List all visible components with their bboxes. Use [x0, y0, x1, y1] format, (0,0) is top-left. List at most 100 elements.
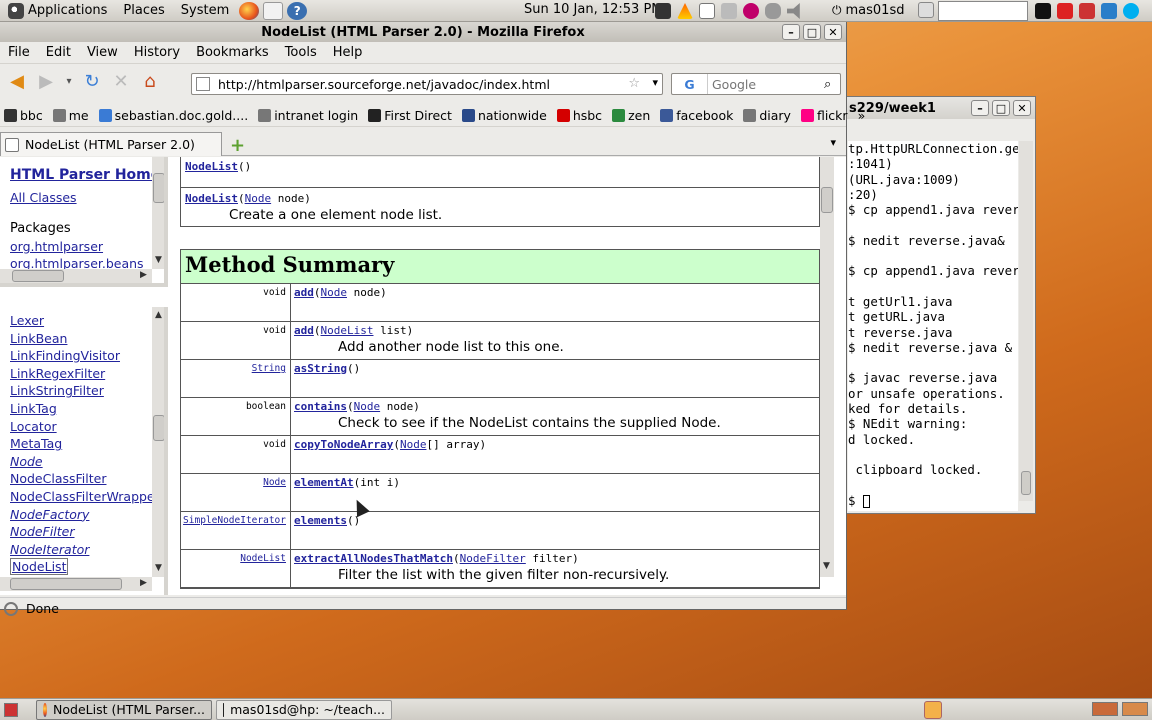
param-type-link[interactable]: Node	[321, 286, 348, 299]
param-type-link[interactable]: NodeFilter	[460, 552, 526, 565]
mail-launcher-icon[interactable]	[263, 1, 284, 20]
magnifier-icon[interactable]: ⌕	[824, 77, 831, 92]
menu-file[interactable]: File	[0, 45, 38, 60]
scroll-down-icon[interactable]: ▼	[155, 563, 162, 573]
scroll-down-icon[interactable]: ▼	[823, 561, 830, 571]
scroll-thumb[interactable]	[12, 270, 64, 282]
bookmark-sebastian[interactable]: sebastian.doc.gold....	[98, 108, 248, 123]
history-dropdown-icon[interactable]: ▾	[62, 68, 76, 94]
param-type-link[interactable]: Node	[245, 192, 272, 205]
class-link-nodefilter[interactable]: NodeFilter	[10, 523, 160, 541]
home-icon[interactable]: ⌂	[137, 68, 163, 94]
scroll-thumb[interactable]	[10, 578, 122, 590]
bookmark-me[interactable]: me	[52, 108, 89, 123]
bluetooth-icon[interactable]	[765, 3, 781, 19]
minimize-icon[interactable]: –	[971, 100, 989, 116]
param-type-link[interactable]: NodeList	[321, 324, 374, 337]
forward-icon[interactable]: ▶	[33, 68, 59, 94]
terminal-scrollbar[interactable]	[1019, 141, 1033, 501]
menu-tools[interactable]: Tools	[277, 45, 325, 60]
bookmark-diary[interactable]: diary	[743, 108, 791, 123]
terminal-window[interactable]: s229/week1 – □ ✕ tp.HttpURLConnection.ge…	[846, 96, 1036, 514]
taskbar-firefox[interactable]: NodeList (HTML Parser...	[36, 699, 212, 720]
constructor-link[interactable]: NodeList	[185, 160, 238, 173]
network-icon[interactable]	[721, 3, 737, 19]
close-icon[interactable]: ✕	[1013, 100, 1031, 116]
vlc-icon[interactable]	[677, 3, 693, 19]
minimize-icon[interactable]: –	[782, 24, 800, 40]
maximize-icon[interactable]: □	[803, 24, 821, 40]
url-bar[interactable]: http://htmlparser.sourceforge.net/javado…	[191, 73, 663, 95]
class-link-linkfindingvisitor[interactable]: LinkFindingVisitor	[10, 347, 160, 365]
bookmark-nationwide[interactable]: nationwide	[461, 108, 547, 123]
class-frame-vscrollbar[interactable]: ▼	[820, 157, 834, 577]
terminal-scroll-thumb[interactable]	[1021, 471, 1031, 495]
scroll-right-icon[interactable]: ▶	[140, 578, 147, 588]
terminal-output[interactable]: tp.HttpURLConnection.get:1041) (URL.java:…	[848, 141, 1018, 511]
return-type-link[interactable]: Node	[263, 477, 286, 488]
taskbar-terminal[interactable]: mas01sd@hp: ~/teach...	[216, 699, 392, 720]
method-link[interactable]: elements	[294, 514, 347, 527]
clipboard-icon[interactable]	[699, 3, 715, 19]
bookmark-zen[interactable]: zen	[612, 108, 650, 123]
url-dropdown-icon[interactable]: ▾	[652, 76, 658, 89]
class-link-linktag[interactable]: LinkTag	[10, 400, 160, 418]
class-list-vscrollbar[interactable]: ▲ ▼	[152, 307, 164, 577]
param-type-link[interactable]: Node	[400, 438, 427, 451]
new-tab-icon[interactable]: +	[230, 135, 245, 156]
all-classes-link[interactable]: All Classes	[10, 190, 77, 205]
tab-list-icon[interactable]: ▾	[830, 136, 836, 149]
workspace-2[interactable]	[1122, 702, 1148, 716]
class-link-nodelist[interactable]: NodeList	[10, 558, 69, 576]
scroll-up-icon[interactable]: ▲	[155, 310, 162, 320]
class-link-nodeclassfilterwrapper[interactable]: NodeClassFilterWrapper	[10, 488, 160, 506]
search-engine-icon[interactable]: G	[672, 74, 708, 94]
bookmark-bbc[interactable]: bbc	[4, 108, 43, 123]
close-icon[interactable]: ✕	[824, 24, 842, 40]
bookmark-First[interactable]: First Direct	[368, 108, 452, 123]
help-launcher-icon[interactable]: ?	[287, 1, 308, 20]
constructor-link[interactable]: NodeList	[185, 192, 238, 205]
class-link-nodeclassfilter[interactable]: NodeClassFilter	[10, 470, 160, 488]
bookmark-flickr[interactable]: flickr	[800, 108, 848, 123]
bookmark-hsbc[interactable]: hsbc	[556, 108, 602, 123]
menu-edit[interactable]: Edit	[38, 45, 79, 60]
app-launcher-icon-3[interactable]	[1101, 3, 1117, 19]
firefox-launcher-icon[interactable]	[239, 1, 260, 20]
search-bar[interactable]: G ⌕	[671, 73, 841, 95]
clock[interactable]: Sun 10 Jan, 12:53 PM	[524, 2, 663, 17]
return-type-link[interactable]: String	[252, 363, 286, 374]
class-link-locator[interactable]: Locator	[10, 418, 160, 436]
return-type-link[interactable]: NodeList	[240, 553, 286, 564]
class-link-nodefactory[interactable]: NodeFactory	[10, 506, 160, 524]
package-link[interactable]: org.htmlparser	[10, 239, 103, 254]
class-link-nodeiterator[interactable]: NodeIterator	[10, 541, 160, 559]
volume-icon[interactable]	[787, 3, 800, 19]
panel-search-field[interactable]	[938, 1, 1028, 21]
scroll-down-icon[interactable]: ▼	[155, 255, 162, 265]
reload-icon[interactable]: ↻	[79, 68, 105, 94]
class-link-lexer[interactable]: Lexer	[10, 312, 160, 330]
class-list-hscrollbar[interactable]: ▶	[0, 577, 152, 591]
class-link-node[interactable]: Node	[10, 453, 160, 471]
menu-history[interactable]: History	[126, 45, 188, 60]
app-launcher-icon[interactable]	[1057, 3, 1073, 19]
class-link-linkstringfilter[interactable]: LinkStringFilter	[10, 382, 160, 400]
menu-view[interactable]: View	[79, 45, 126, 60]
method-link[interactable]: elementAt	[294, 476, 354, 489]
trash-icon[interactable]	[924, 701, 942, 719]
method-link[interactable]: extractAllNodesThatMatch	[294, 552, 453, 565]
bookmark-facebook[interactable]: facebook	[660, 108, 733, 123]
return-type-link[interactable]: SimpleNodeIterator	[183, 515, 286, 526]
param-type-link[interactable]: Node	[354, 400, 381, 413]
keyboard-icon[interactable]	[655, 3, 671, 19]
stop-icon[interactable]: ✕	[108, 68, 134, 94]
overview-hscrollbar[interactable]: ▶	[0, 269, 152, 283]
method-link[interactable]: copyToNodeArray	[294, 438, 393, 451]
system-menu[interactable]: System	[173, 0, 237, 22]
notes-icon[interactable]	[918, 2, 935, 18]
class-link-metatag[interactable]: MetaTag	[10, 435, 160, 453]
method-link[interactable]: contains	[294, 400, 347, 413]
skype-icon[interactable]	[1123, 3, 1139, 19]
menu-bookmarks[interactable]: Bookmarks	[188, 45, 277, 60]
